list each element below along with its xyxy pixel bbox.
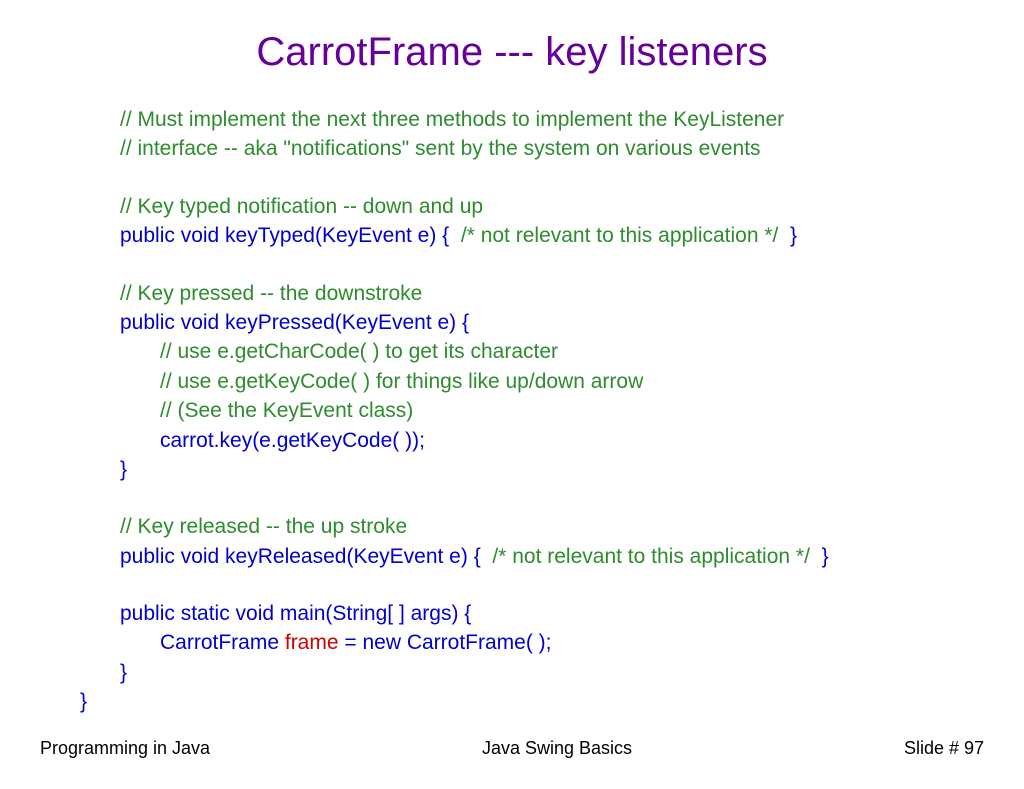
comment-line: // use e.getCharCode( ) to get its chara… (160, 337, 984, 366)
comment-line: // use e.getKeyCode( ) for things like u… (160, 367, 984, 396)
method-signature: public void keyPressed(KeyEvent e) { (120, 308, 984, 337)
code-block: // Must implement the next three methods… (80, 105, 984, 717)
footer-right: Slide # 97 (904, 738, 984, 759)
brace: } (120, 455, 984, 484)
comment-line: // interface -- aka "notifications" sent… (120, 134, 984, 163)
comment-line: // (See the KeyEvent class) (160, 396, 984, 425)
brace: } (120, 658, 984, 687)
footer-left: Programming in Java (40, 738, 210, 759)
brace: } (80, 687, 984, 716)
comment-line: // Key released -- the up stroke (120, 512, 984, 541)
slide-container: CarrotFrame --- key listeners // Must im… (0, 0, 1024, 789)
method-signature: public static void main(String[ ] args) … (120, 599, 984, 628)
comment-line: // Key pressed -- the downstroke (120, 279, 984, 308)
slide-title: CarrotFrame --- key listeners (40, 30, 984, 75)
method-signature: public void keyTyped(KeyEvent e) { /* no… (120, 221, 984, 250)
method-signature: public void keyReleased(KeyEvent e) { /*… (120, 542, 984, 571)
slide-footer: Programming in Java Java Swing Basics Sl… (40, 738, 984, 759)
comment-line: // Key typed notification -- down and up (120, 192, 984, 221)
footer-center: Java Swing Basics (482, 738, 632, 759)
code-line: carrot.key(e.getKeyCode( )); (160, 426, 984, 455)
code-line: CarrotFrame frame = new CarrotFrame( ); (160, 628, 984, 657)
comment-line: // Must implement the next three methods… (120, 105, 984, 134)
